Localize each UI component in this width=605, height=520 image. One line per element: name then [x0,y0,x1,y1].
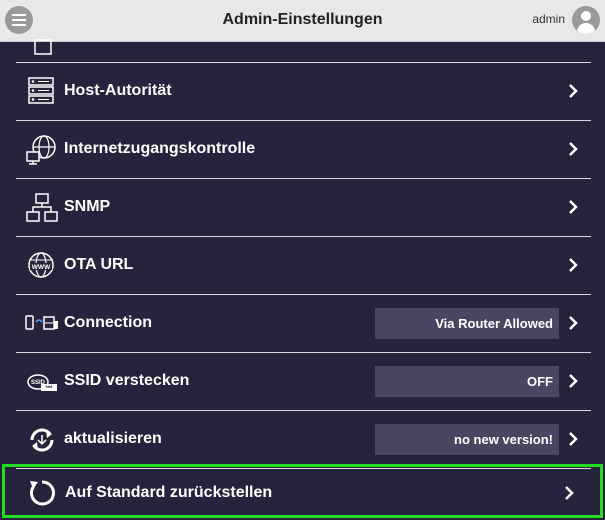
www-globe-icon: WWW [28,252,54,278]
connection-value[interactable]: Via Router Allowed [375,308,559,339]
user-name[interactable]: admin [532,12,565,26]
user-avatar-icon[interactable] [572,6,600,34]
ssid-hide-value[interactable]: OFF [375,366,559,397]
globe-monitor-icon [26,135,56,165]
chevron-right-icon [569,84,578,98]
list-item-hide-ssid[interactable]: SSID *** SSID verstecken OFF [16,353,591,411]
row-label: Host-Autorität [64,82,172,99]
chevron-right-icon [569,374,578,388]
list-item-reset-defaults[interactable]: Auf Standard zurückstellen [2,464,603,518]
svg-text:WWW: WWW [32,264,51,271]
chevron-right-icon [569,432,578,446]
page-title: Admin-Einstellungen [222,11,383,28]
list-item-internet-access-control[interactable]: Internetzugangskontrolle [16,121,591,179]
chevron-right-icon [569,200,578,214]
row-label: aktualisieren [64,430,162,447]
ssid-hide-icon: SSID *** [27,374,57,392]
update-arrows-icon [30,428,54,452]
network-topology-icon [26,193,58,222]
chevron-right-icon [569,316,578,330]
list-item-update[interactable]: aktualisieren no new version! [16,411,591,469]
row-label: SSID verstecken [64,372,190,389]
update-value[interactable]: no new version! [375,424,559,455]
chevron-right-icon [569,142,578,156]
list-item-connection[interactable]: Connection Via Router Allowed [16,295,591,353]
partial-icon [34,39,52,55]
server-list-icon [28,77,54,104]
settings-list: Host-Autorität Internetzugangskontrolle … [16,39,591,469]
list-item-snmp[interactable]: SNMP [16,179,591,237]
svg-text:***: *** [45,386,53,392]
chevron-right-icon [569,258,578,272]
chevron-right-icon [565,486,574,500]
list-item-ota-url[interactable]: WWW OTA URL [16,237,591,295]
list-item-host-authority[interactable]: Host-Autorität [16,63,591,121]
list-item-partial[interactable] [16,39,591,63]
reset-arrow-icon [30,480,55,506]
row-label: Internetzugangskontrolle [64,140,256,157]
device-connection-icon [25,315,58,330]
row-label: Auf Standard zurückstellen [65,484,273,501]
top-bar: Admin-Einstellungen admin [0,0,605,42]
row-label: OTA URL [64,256,134,273]
row-label: SNMP [64,198,111,215]
row-label: Connection [64,314,152,331]
